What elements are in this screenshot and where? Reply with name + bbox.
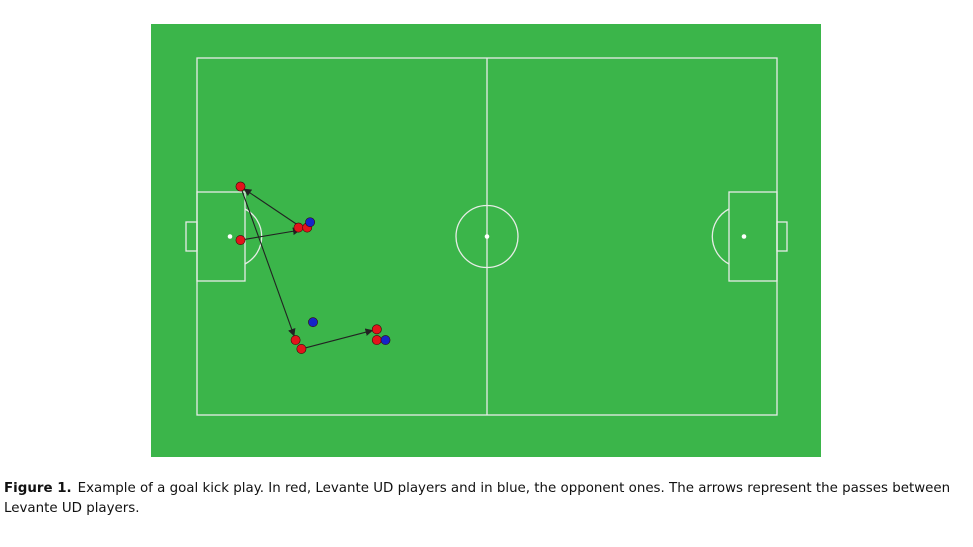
centre-spot — [484, 234, 490, 239]
levante-player-8 — [371, 335, 382, 345]
opponent-player-1 — [305, 217, 315, 228]
figure-caption: Figure 1. Example of a goal kick play. In… — [4, 479, 970, 519]
levante-player-5 — [290, 335, 301, 345]
opponent-player-2 — [308, 317, 318, 328]
levante-player-2 — [235, 235, 246, 245]
caption-label: Figure 1. — [4, 481, 72, 496]
levante-player-6 — [296, 344, 307, 354]
pitch-background — [151, 24, 821, 457]
levante-player-1 — [235, 181, 246, 192]
right-penalty-spot — [741, 234, 747, 239]
left-penalty-spot — [227, 234, 233, 239]
caption-text: Example of a goal kick play. In red, Lev… — [4, 481, 951, 516]
levante-player-3 — [293, 222, 304, 233]
levante-player-7 — [371, 324, 382, 335]
opponent-player-3 — [380, 335, 391, 345]
goal-kick-figure — [151, 24, 821, 457]
